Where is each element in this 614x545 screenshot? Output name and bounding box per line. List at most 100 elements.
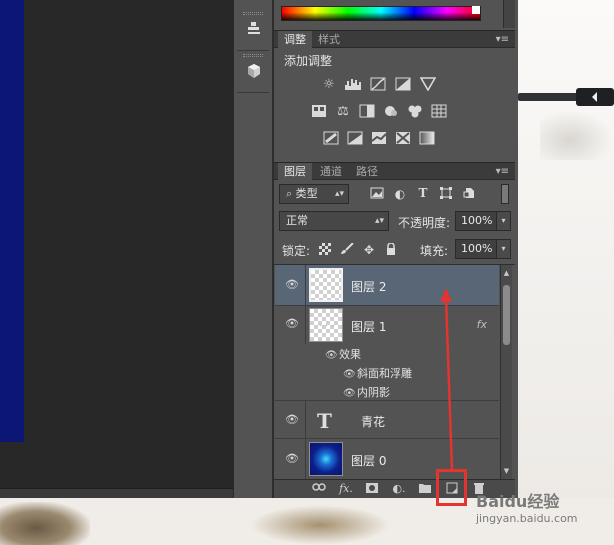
white-swatch[interactable] bbox=[472, 6, 480, 14]
lock-image-pixels-brush-icon[interactable] bbox=[340, 242, 354, 257]
layers-scrollbar[interactable]: ▲ ▼ bbox=[500, 265, 512, 479]
layer-name[interactable]: 图层 2 bbox=[351, 278, 386, 295]
background-photo bbox=[518, 0, 614, 545]
hue-saturation-icon[interactable] bbox=[310, 104, 328, 120]
scroll-down-arrow[interactable]: ▼ bbox=[501, 465, 512, 477]
opacity-input[interactable]: 100% bbox=[455, 211, 497, 231]
ink-stain bbox=[0, 502, 90, 545]
grip-handle-image bbox=[518, 88, 614, 106]
visibility-eye-icon[interactable]: 👁 bbox=[285, 452, 299, 466]
effect-bevel-emboss[interactable]: 👁斜面和浮雕 bbox=[343, 365, 412, 381]
panel-menu-icon[interactable]: ▾≡ bbox=[496, 163, 509, 180]
layers-tabbar: 图层 通道 路径 ▾≡ bbox=[274, 162, 515, 180]
black-white-icon[interactable] bbox=[358, 104, 376, 120]
tab-layers[interactable]: 图层 bbox=[278, 163, 312, 180]
dock-gripper[interactable] bbox=[243, 54, 263, 57]
updown-icon: ▴▾ bbox=[374, 216, 384, 226]
effect-name: 斜面和浮雕 bbox=[357, 367, 412, 380]
color-balance-icon[interactable]: ⚖ bbox=[334, 104, 352, 120]
link-icon[interactable] bbox=[311, 482, 327, 496]
effect-visibility-eye-icon[interactable]: 👁 bbox=[343, 369, 357, 380]
posterize-icon[interactable] bbox=[346, 131, 364, 147]
layer-thumbnail[interactable]: · · · bbox=[309, 308, 343, 342]
panel-scrollbar[interactable] bbox=[503, 0, 515, 28]
shape-filter-icon[interactable] bbox=[439, 187, 453, 201]
visibility-eye-icon[interactable]: 👁 bbox=[285, 278, 299, 292]
fill-dropdown-arrow[interactable]: ▾ bbox=[497, 239, 511, 259]
lock-position-move-icon[interactable]: ✥ bbox=[362, 243, 376, 257]
effects-group[interactable]: 👁效果 bbox=[325, 346, 361, 362]
add-mask-icon[interactable] bbox=[364, 482, 380, 496]
photo-filter-icon[interactable] bbox=[382, 104, 400, 120]
layer-thumbnail[interactable] bbox=[309, 442, 343, 476]
threshold-icon[interactable] bbox=[370, 131, 388, 147]
layer-name[interactable]: 青花 bbox=[361, 413, 385, 430]
color-lookup-icon[interactable] bbox=[430, 104, 448, 120]
layer-thumbnail[interactable] bbox=[309, 268, 343, 302]
selective-color-icon[interactable] bbox=[394, 131, 412, 147]
text-layer-t-icon[interactable]: T bbox=[317, 409, 332, 433]
gradient-map-icon[interactable] bbox=[418, 131, 436, 147]
channel-mixer-icon[interactable] bbox=[406, 104, 424, 120]
effect-visibility-eye-icon[interactable]: 👁 bbox=[325, 350, 339, 361]
blend-mode-dropdown[interactable]: 正常 ▴▾ bbox=[279, 211, 389, 231]
visibility-eye-icon[interactable]: 👁 bbox=[285, 317, 299, 331]
watermark-sub: jingyan.baidu.com bbox=[476, 512, 578, 525]
layer-row-layer-1[interactable]: 👁 · · · 图层 1 fx 👁效果 👁斜面和浮雕 👁内阴影 bbox=[275, 306, 499, 401]
invert-icon[interactable] bbox=[322, 131, 340, 147]
pixel-filter-icon[interactable] bbox=[370, 187, 384, 201]
layers-list: 👁 图层 2 👁 · · · 图层 1 fx 👁效果 👁斜面和浮雕 👁内阴影 👁… bbox=[275, 265, 499, 479]
layer-name[interactable]: 图层 0 bbox=[351, 452, 386, 469]
dock-gripper[interactable] bbox=[243, 12, 263, 15]
effect-inner-shadow[interactable]: 👁内阴影 bbox=[343, 384, 390, 400]
panel-menu-icon[interactable]: ▾≡ bbox=[496, 31, 509, 48]
lock-transparent-pixels-icon[interactable] bbox=[318, 243, 332, 257]
new-group-icon[interactable] bbox=[417, 482, 433, 496]
adjustments-tabbar: 调整 样式 ▾≡ bbox=[274, 30, 515, 48]
color-spectrum[interactable] bbox=[281, 6, 481, 21]
effect-name: 内阴影 bbox=[357, 386, 390, 399]
ink-stain bbox=[540, 110, 614, 160]
document-canvas[interactable] bbox=[0, 0, 24, 442]
levels-icon[interactable] bbox=[344, 77, 362, 93]
lock-all-padlock-icon[interactable] bbox=[384, 242, 398, 257]
blend-mode-value: 正常 bbox=[286, 214, 308, 227]
effect-visibility-eye-icon[interactable]: 👁 bbox=[343, 388, 357, 399]
right-panel: 调整 样式 ▾≡ 添加调整 ☼ ⚖ 图层 通道 路径 ▾≡ ⌕ 类型 ▴▾ ◐ … bbox=[273, 0, 518, 498]
layer-name[interactable]: 图层 1 bbox=[351, 318, 386, 335]
brightness-icon[interactable]: ☼ bbox=[320, 77, 338, 93]
document-workspace[interactable] bbox=[0, 0, 233, 498]
adjustment-filter-icon[interactable]: ◐ bbox=[393, 187, 407, 201]
fx-icon[interactable]: fx. bbox=[338, 482, 354, 496]
smart-object-filter-icon[interactable] bbox=[462, 187, 476, 201]
vibrance-icon[interactable] bbox=[419, 77, 437, 93]
fill-input[interactable]: 100% bbox=[455, 239, 497, 259]
clone-source-icon[interactable] bbox=[243, 20, 265, 42]
horizontal-scrollbar[interactable] bbox=[0, 488, 233, 498]
search-icon: ⌕ bbox=[286, 187, 293, 200]
exposure-icon[interactable] bbox=[394, 77, 412, 93]
scroll-thumb[interactable] bbox=[503, 285, 510, 345]
tab-channels[interactable]: 通道 bbox=[314, 163, 348, 180]
visibility-eye-icon[interactable]: 👁 bbox=[285, 413, 299, 427]
panel-dock-column bbox=[233, 0, 273, 498]
tab-adjustments[interactable]: 调整 bbox=[278, 31, 312, 48]
tab-paths[interactable]: 路径 bbox=[350, 163, 384, 180]
layer-row-text[interactable]: 👁 T 青花 bbox=[275, 401, 499, 439]
3d-cube-icon[interactable] bbox=[243, 62, 265, 84]
adjustment-layer-icon[interactable]: ◐. bbox=[391, 482, 407, 496]
type-filter-icon[interactable]: T bbox=[416, 186, 430, 200]
effects-label: 效果 bbox=[339, 348, 361, 361]
filter-toggle-switch[interactable] bbox=[501, 184, 509, 204]
layer-row-layer-2[interactable]: 👁 图层 2 bbox=[275, 265, 499, 306]
curves-icon[interactable] bbox=[369, 77, 387, 93]
opacity-dropdown-arrow[interactable]: ▾ bbox=[497, 211, 511, 231]
layer-filter-dropdown[interactable]: ⌕ 类型 ▴▾ bbox=[279, 184, 349, 204]
lock-label: 锁定: bbox=[282, 244, 311, 258]
new-layer-highlight-box bbox=[436, 469, 467, 506]
layer-effects-fx-icon[interactable]: fx bbox=[477, 318, 487, 331]
photoshop-screen: 调整 样式 ▾≡ 添加调整 ☼ ⚖ 图层 通道 路径 ▾≡ ⌕ 类型 ▴▾ ◐ … bbox=[0, 0, 614, 545]
tab-styles[interactable]: 样式 bbox=[312, 31, 346, 48]
ink-stain bbox=[250, 505, 390, 545]
scroll-up-arrow[interactable]: ▲ bbox=[501, 267, 512, 279]
